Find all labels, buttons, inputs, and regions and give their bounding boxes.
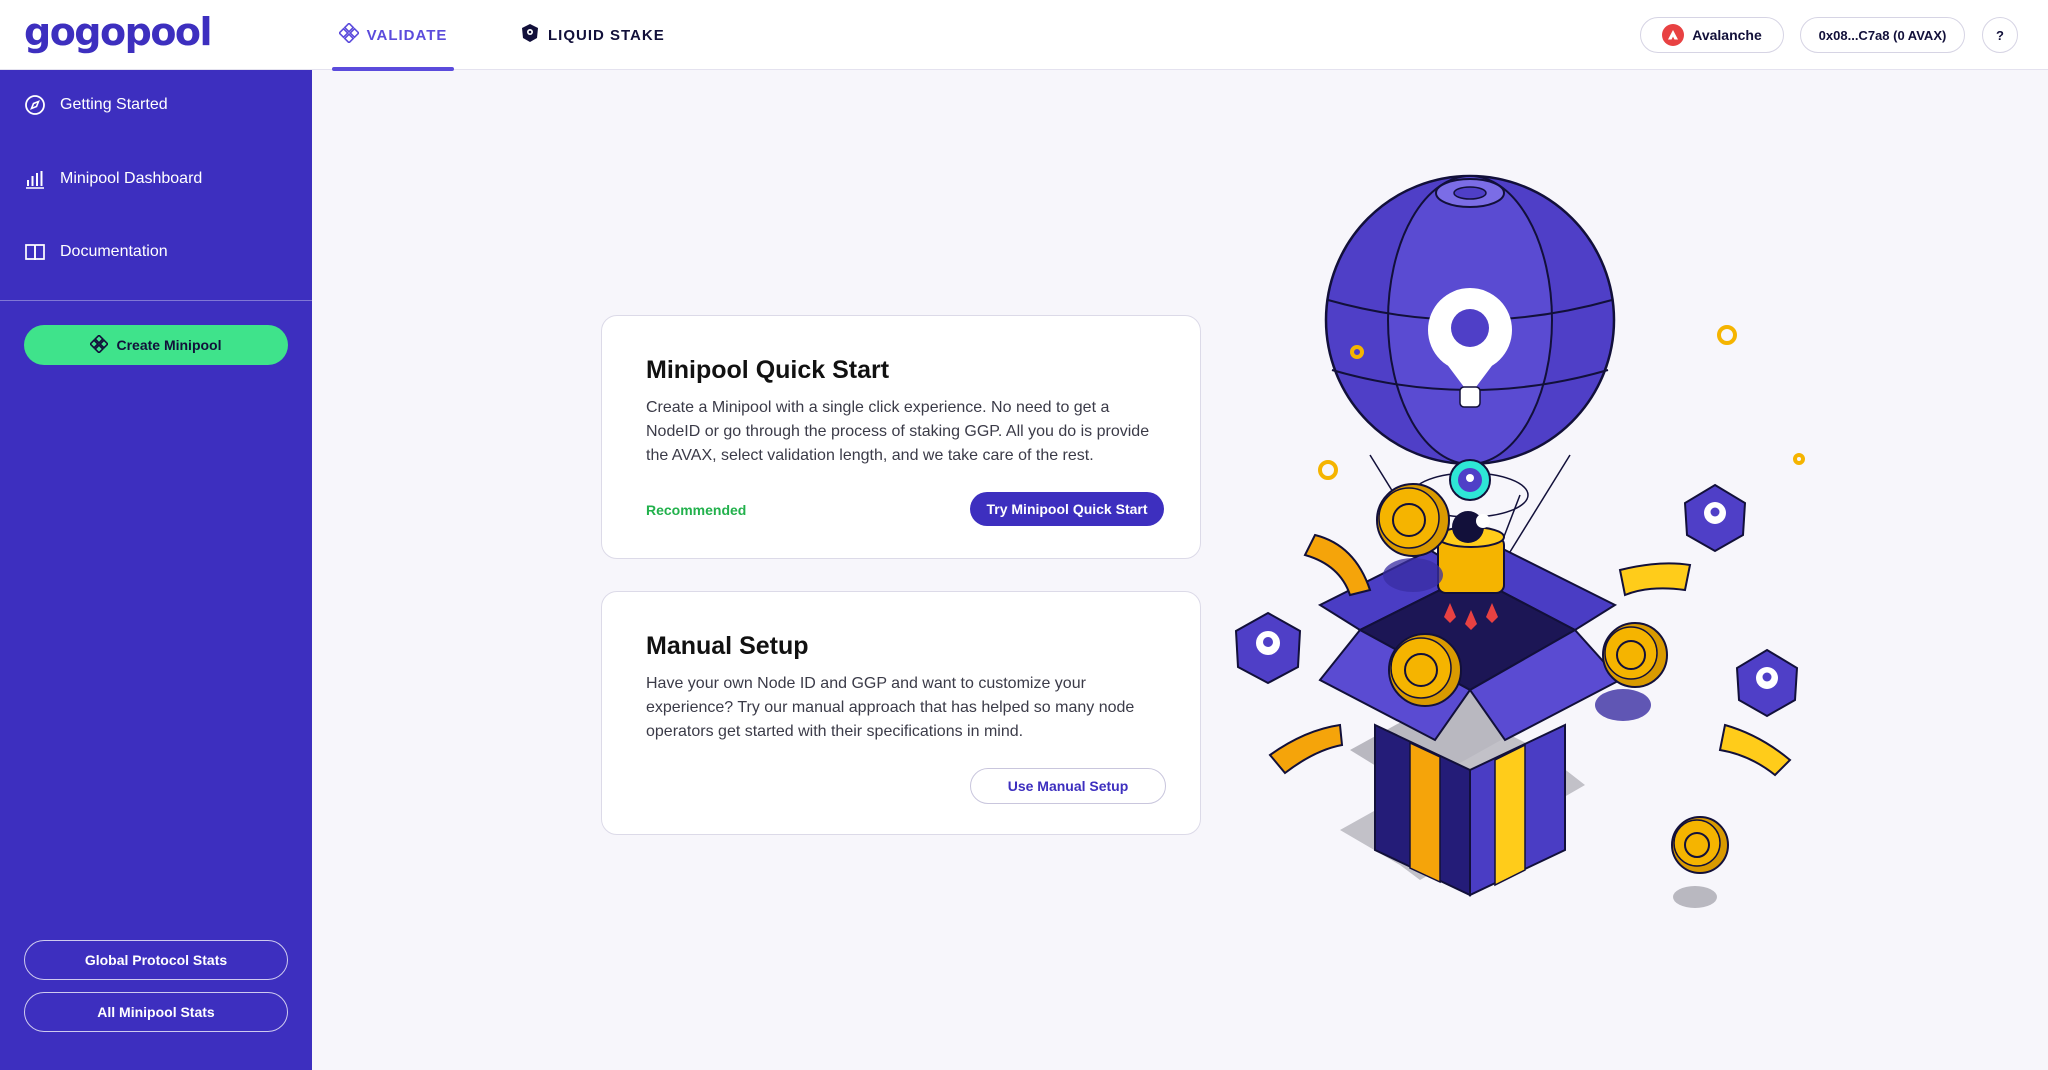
manual-setup-card: Manual Setup Have your own Node ID and G… [601,591,1201,835]
diamond-grid-icon [89,333,110,356]
sidebar-item-documentation[interactable]: Documentation [24,241,168,263]
sidebar: Getting Started Minipool Dashboard Docum… [0,70,312,1070]
create-minipool-button[interactable]: Create Minipool [24,325,288,365]
global-protocol-stats-button[interactable]: Global Protocol Stats [24,940,288,980]
gogopool-logo[interactable]: gogopool [24,10,213,54]
card-description: Have your own Node ID and GGP and want t… [646,675,1135,740]
network-selector[interactable]: Avalanche [1640,17,1784,53]
card-description: Create a Minipool with a single click ex… [646,399,1150,464]
sidebar-item-getting-started[interactable]: Getting Started [24,94,168,116]
diamond-grid-icon [337,22,360,47]
quick-start-card: Minipool Quick Start Create a Minipool w… [601,315,1201,559]
sidebar-item-label: Getting Started [60,96,168,113]
create-minipool-label: Create Minipool [116,337,222,353]
tab-liquid-stake-label: LIQUID STAKE [548,26,665,44]
card-title: Manual Setup [646,632,809,660]
try-quick-start-button[interactable]: Try Minipool Quick Start [970,492,1164,526]
ggp-hex-icon [520,23,540,47]
tab-validate-label: VALIDATE [366,26,448,44]
card-title: Minipool Quick Start [646,356,890,384]
wallet-label: 0x08...C7a8 (0 AVAX) [1818,27,1947,43]
book-icon [24,241,46,263]
top-header: gogopool VALIDATE LIQUID STAKE Avalanche… [0,0,2048,71]
sidebar-item-label: Minipool Dashboard [60,170,203,187]
balloon-gift-box-illustration [1234,174,1805,908]
all-minipool-stats-button[interactable]: All Minipool Stats [24,992,288,1032]
help-label: ? [1996,27,2004,43]
wallet-button[interactable]: 0x08...C7a8 (0 AVAX) [1800,17,1965,53]
avalanche-icon [1662,24,1685,46]
sidebar-item-label: Documentation [60,243,168,260]
tab-validate[interactable]: VALIDATE [332,0,454,71]
recommended-badge: Recommended [646,502,747,518]
use-manual-setup-button[interactable]: Use Manual Setup [970,768,1166,804]
compass-icon [24,94,46,116]
gem-token [1449,459,1491,501]
help-button[interactable]: ? [1982,17,2018,53]
network-label: Avalanche [1692,27,1762,43]
sidebar-item-minipool-dashboard[interactable]: Minipool Dashboard [24,168,202,190]
bar-chart-icon [24,168,46,190]
sidebar-divider [0,300,312,301]
tab-liquid-stake[interactable]: LIQUID STAKE [520,0,665,70]
balloon [1324,174,1616,466]
